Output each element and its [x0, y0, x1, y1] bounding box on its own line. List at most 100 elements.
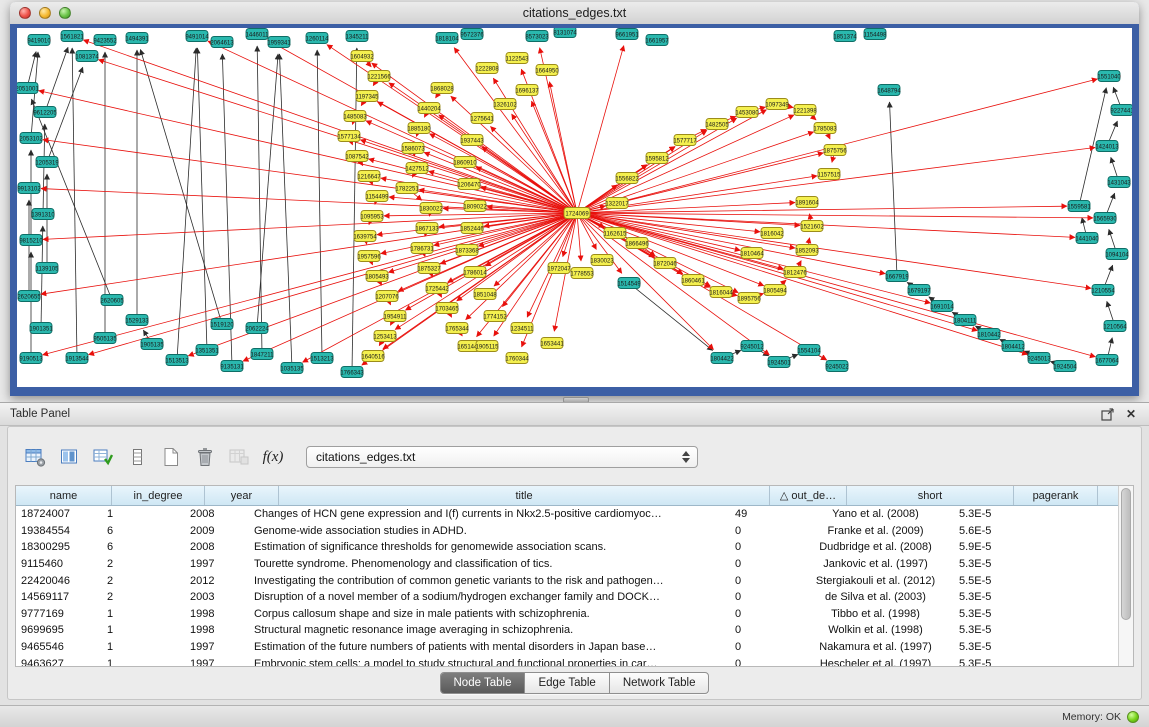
graph-node[interactable]: 2051001 — [17, 83, 39, 94]
graph-node[interactable]: 1905115 — [476, 341, 500, 352]
float-panel-icon[interactable] — [1099, 406, 1115, 422]
graph-node[interactable]: 1696137 — [515, 85, 539, 96]
graph-node[interactable]: 1724069 — [564, 208, 590, 219]
graph-node[interactable]: 1197345 — [356, 91, 380, 102]
graph-node[interactable]: 1677064 — [1095, 355, 1119, 366]
graph-node[interactable]: 1924504 — [1053, 361, 1077, 372]
graph-node[interactable]: 1122543 — [506, 53, 530, 64]
table-row[interactable]: 1456911722003Disruption of a novel membe… — [16, 589, 1118, 606]
graph-node[interactable]: 1424013 — [1095, 141, 1119, 152]
graph-node[interactable]: 1810442 — [977, 329, 1001, 340]
column-header-name[interactable]: name — [16, 486, 112, 505]
graph-node[interactable]: 9423552 — [93, 35, 117, 46]
graph-node[interactable]: 1559581 — [1067, 201, 1091, 212]
minimize-window-button[interactable] — [39, 7, 51, 19]
graph-node[interactable]: 1427512 — [405, 163, 429, 174]
graph-node[interactable]: 1322017 — [605, 198, 629, 209]
graph-node[interactable]: 1561821 — [60, 31, 84, 42]
graph-node[interactable]: 1805493 — [365, 271, 389, 282]
graph-node[interactable]: 1805494 — [763, 285, 787, 296]
graph-node[interactable]: 1221566 — [367, 71, 391, 82]
graph-node[interactable]: 9245012 — [740, 341, 764, 352]
graph-node[interactable]: 1351351 — [195, 345, 219, 356]
graph-node[interactable]: 1860461 — [681, 275, 705, 286]
graph-node[interactable]: 1529133 — [125, 315, 149, 326]
column-insert-icon[interactable] — [54, 443, 84, 471]
graph-node[interactable]: 9135131 — [220, 361, 244, 372]
graph-node[interactable]: 1494391 — [125, 33, 149, 44]
table-source-dropdown[interactable]: citations_edges.txt — [306, 446, 698, 468]
graph-node[interactable]: 1830023 — [590, 255, 614, 266]
column-header-year[interactable]: year — [205, 486, 279, 505]
graph-node[interactable]: 1866496 — [625, 238, 649, 249]
graph-node[interactable]: 9245013 — [1027, 353, 1051, 364]
graph-node[interactable]: 1595812 — [645, 153, 669, 164]
graph-node[interactable]: 1154499 — [366, 191, 390, 202]
graph-node[interactable]: 1851048 — [473, 289, 497, 300]
graph-node[interactable]: 2064613 — [210, 37, 234, 48]
graph-node[interactable]: 1830022 — [419, 203, 443, 214]
graph-node[interactable]: 1816042 — [760, 228, 784, 239]
graph-node[interactable]: 1957596 — [357, 251, 381, 262]
graph-node[interactable]: 9815210 — [19, 235, 43, 246]
table-row[interactable]: 946362711997Embryonic stem cells: a mode… — [16, 655, 1118, 666]
table-row[interactable]: 911546021997Tourette syndrome. Phenomeno… — [16, 556, 1118, 573]
graph-node[interactable]: 1326102 — [493, 99, 517, 110]
graph-node[interactable]: 1786731 — [410, 243, 434, 254]
scrollbar-thumb[interactable] — [1121, 488, 1131, 620]
graph-node[interactable]: 1804422 — [710, 353, 734, 364]
column-header-out_degree[interactable]: △ out_de… — [770, 486, 847, 505]
tab-edge-table[interactable]: Edge Table — [525, 673, 609, 693]
graph-node[interactable]: 1260114 — [306, 33, 330, 44]
graph-node[interactable]: 1154498 — [864, 29, 888, 40]
graph-node[interactable]: 1139105 — [36, 263, 60, 274]
graph-node[interactable]: 9572376 — [460, 29, 484, 40]
graph-node[interactable]: 1094104 — [1105, 249, 1129, 260]
graph-node[interactable]: 1895756 — [737, 293, 761, 304]
graph-node[interactable]: 1924501 — [767, 357, 791, 368]
graph-node[interactable]: 1205319 — [35, 157, 59, 168]
graph-node[interactable]: 1765344 — [445, 323, 469, 334]
graph-node[interactable]: 1810464 — [740, 248, 764, 259]
graph-node[interactable]: 1081374 — [75, 51, 99, 62]
column-header-title[interactable]: title — [279, 486, 770, 505]
graph-node[interactable]: 1847211 — [251, 349, 275, 360]
graph-node[interactable]: 9913102 — [17, 183, 41, 194]
graph-node[interactable]: 1872046 — [653, 258, 677, 269]
graph-node[interactable]: 1782251 — [395, 183, 419, 194]
graph-node[interactable]: 1222808 — [475, 63, 499, 74]
graph-node[interactable]: 9245022 — [825, 361, 849, 372]
graph-node[interactable]: 1482505 — [705, 119, 729, 130]
graph-node[interactable]: 1513513 — [165, 355, 189, 366]
graph-node[interactable]: 1891604 — [795, 197, 819, 208]
graph-node[interactable]: 1812476 — [783, 267, 807, 278]
graph-node[interactable]: 9505135 — [93, 333, 117, 344]
graph-node[interactable]: 1852446 — [460, 223, 484, 234]
graph-node[interactable]: 1809022 — [463, 201, 487, 212]
network-graph-canvas[interactable]: 1724069160493212215661197345148508315771… — [17, 28, 1132, 387]
graph-node[interactable]: 1586073 — [401, 143, 425, 154]
graph-node[interactable]: 1391310 — [31, 209, 55, 220]
graph-node[interactable]: 8131074 — [553, 28, 577, 38]
graph-node[interactable]: 1766343 — [340, 367, 364, 378]
graph-node[interactable]: 1521602 — [800, 221, 824, 232]
graph-node[interactable]: 1972047 — [547, 263, 571, 274]
graph-node[interactable]: 1216647 — [357, 171, 381, 182]
graph-node[interactable]: 1210554 — [1091, 285, 1115, 296]
graph-node[interactable]: 1901351 — [29, 323, 53, 334]
graph-node[interactable]: 1162615 — [604, 228, 628, 239]
graph-node[interactable]: 1785083 — [813, 123, 837, 134]
table-row[interactable]: 946554611997Estimation of the future num… — [16, 639, 1118, 656]
graph-node[interactable]: 1207076 — [375, 291, 399, 302]
graph-node[interactable]: 1885180 — [407, 123, 431, 134]
graph-node[interactable]: 2053102 — [19, 133, 43, 144]
graph-node[interactable]: 2620605 — [100, 295, 124, 306]
graph-node[interactable]: 1661957 — [645, 35, 669, 46]
graph-node[interactable]: 1157515 — [818, 169, 842, 180]
graph-node[interactable]: 1210564 — [1103, 321, 1127, 332]
graph-node[interactable]: 1514549 — [617, 278, 641, 289]
table-edit-icon[interactable] — [88, 443, 118, 471]
graph-node[interactable]: 1604932 — [350, 51, 374, 62]
graph-node[interactable]: 1345211 — [346, 31, 370, 42]
column-header-pagerank[interactable]: pagerank — [1014, 486, 1098, 505]
